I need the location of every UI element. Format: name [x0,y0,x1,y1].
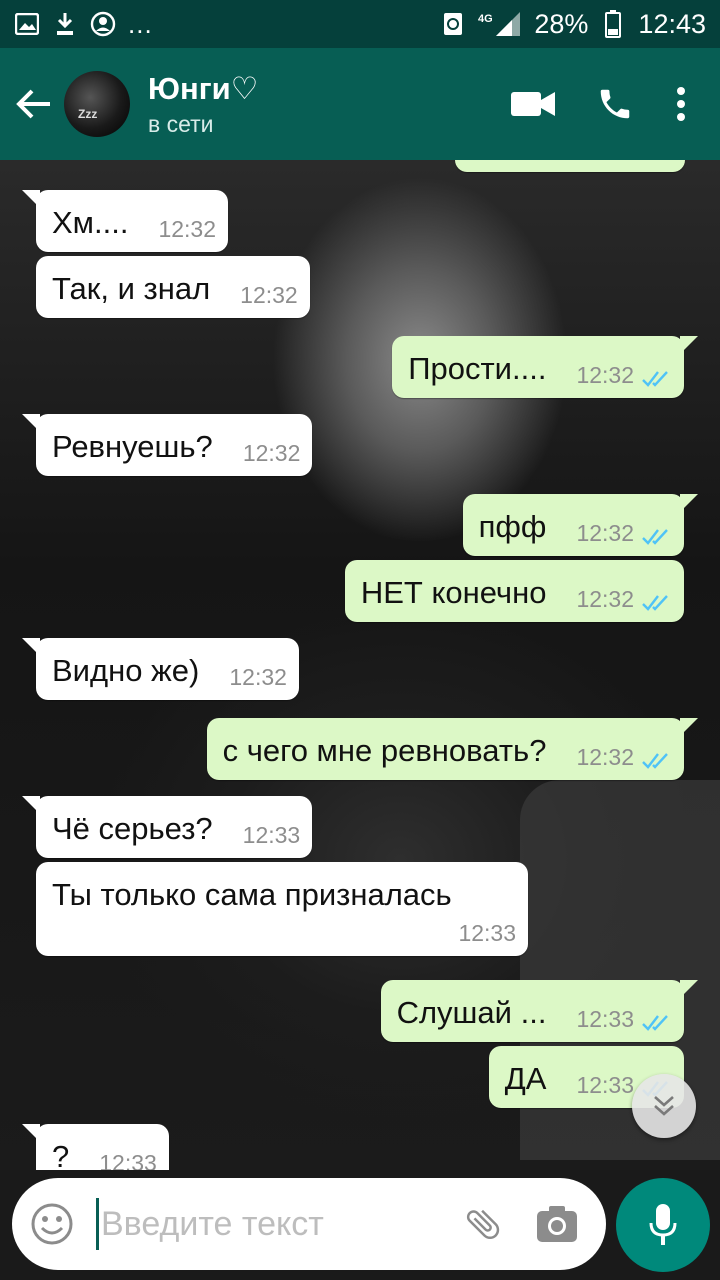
voice-call-button[interactable] [574,64,656,144]
status-bar: ... 4G 28% 12:43 [0,0,720,48]
download-notification-icon [52,11,78,37]
message-incoming[interactable]: Ты только сама призналась 12:33 [36,862,528,956]
header-actions [492,64,706,144]
text-cursor [96,1198,99,1250]
menu-button[interactable] [656,64,706,144]
more-notifications: ... [128,8,153,39]
microphone-icon [649,1204,677,1245]
message-incoming[interactable]: Видно же) 12:32 [22,638,299,700]
contact-name: Юнги♡ [148,70,259,106]
back-button[interactable] [4,48,64,160]
message-outgoing[interactable]: Прости.... 12:32 [392,336,698,398]
message-text: Чё серьез? [52,811,213,846]
scroll-to-bottom-button[interactable] [632,1074,696,1138]
attach-button[interactable] [451,1178,515,1270]
message-outgoing[interactable]: Слушай ... 12:33 [380,980,699,1042]
message-input-container[interactable] [12,1178,606,1270]
camera-icon [537,1206,577,1242]
message-text: Ты только сама призналась [52,877,452,912]
camera-button[interactable] [521,1178,593,1270]
more-vertical-icon [677,87,685,121]
message-time: 12:33 [576,1006,634,1032]
videocam-icon [511,92,555,116]
gallery-notification-icon [14,11,40,37]
double-chevron-down-icon [654,1096,674,1116]
read-ticks-icon [642,594,672,612]
video-call-button[interactable] [492,64,574,144]
message-text: Хм.... [52,205,129,240]
message-text: НЕТ конечно [360,575,547,610]
arrow-left-icon [16,89,50,119]
message-time: 12:32 [576,520,634,546]
message-time: 12:32 [576,744,634,770]
message-text: Прости.... [408,351,547,386]
message-bubble-partial [455,160,685,172]
message-incoming[interactable]: Ревнуешь? 12:32 [21,414,313,476]
message-incoming[interactable]: ? 12:33 [22,1124,169,1170]
message-time: 12:33 [242,822,301,848]
smiley-icon [31,1203,73,1245]
message-text: Видно же) [52,653,200,688]
message-time: 12:32 [229,664,287,690]
message-outgoing[interactable]: пфф 12:32 [462,494,699,556]
message-outgoing[interactable]: с чего мне ревновать? 12:32 [206,718,699,780]
message-incoming[interactable]: Так, и знал 12:32 [36,256,310,318]
message-text: Так, и знал [52,271,211,306]
message-time: 12:32 [242,440,301,466]
read-ticks-icon [642,1014,672,1032]
message-time: 12:32 [576,362,634,388]
avatar[interactable] [64,71,130,137]
composer-bar [0,1170,720,1280]
message-input[interactable] [101,1194,441,1254]
clock: 12:43 [638,8,706,39]
message-text: Ревнуешь? [52,429,213,464]
emoji-button[interactable] [12,1178,92,1270]
contact-status: в сети [148,110,214,137]
message-time: 12:32 [158,216,217,242]
message-time: 12:33 [458,920,516,946]
chat-header: Юнги♡ в сети [0,48,720,160]
paperclip-icon [466,1209,500,1240]
message-text: Слушай ... [396,995,547,1030]
read-ticks-icon [642,528,672,546]
message-time: 12:33 [99,1150,157,1170]
voice-message-button[interactable] [616,1178,710,1272]
read-ticks-icon [642,370,672,388]
message-text: с чего мне ревновать? [222,733,547,768]
recycle-icon [440,11,466,37]
phone-icon [600,89,630,119]
chat-area[interactable]: Хм.... 12:32 Так, и знал 12:32 Прости...… [0,160,720,1170]
message-text: ? [52,1139,70,1170]
status-bar-notifications: ... [14,9,153,40]
signal-icon: 4G [478,11,522,37]
read-ticks-icon [642,752,672,770]
message-text: пфф [478,509,547,544]
svg-text:4G: 4G [478,13,493,25]
message-text: ДА [504,1061,547,1096]
message-time: 12:32 [240,282,298,308]
message-outgoing[interactable]: НЕТ конечно 12:32 [344,560,684,622]
contact-info[interactable]: Юнги♡ в сети [148,71,492,138]
message-incoming[interactable]: Чё серьез? 12:33 [21,796,313,858]
account-notification-icon [90,11,116,37]
message-time: 12:33 [576,1072,634,1098]
message-time: 12:32 [576,586,634,612]
status-bar-system: 4G 28% 12:43 [440,9,706,40]
message-incoming[interactable]: Хм.... 12:32 [21,190,229,252]
battery-icon [600,10,626,38]
battery-percent: 28% [534,8,589,39]
